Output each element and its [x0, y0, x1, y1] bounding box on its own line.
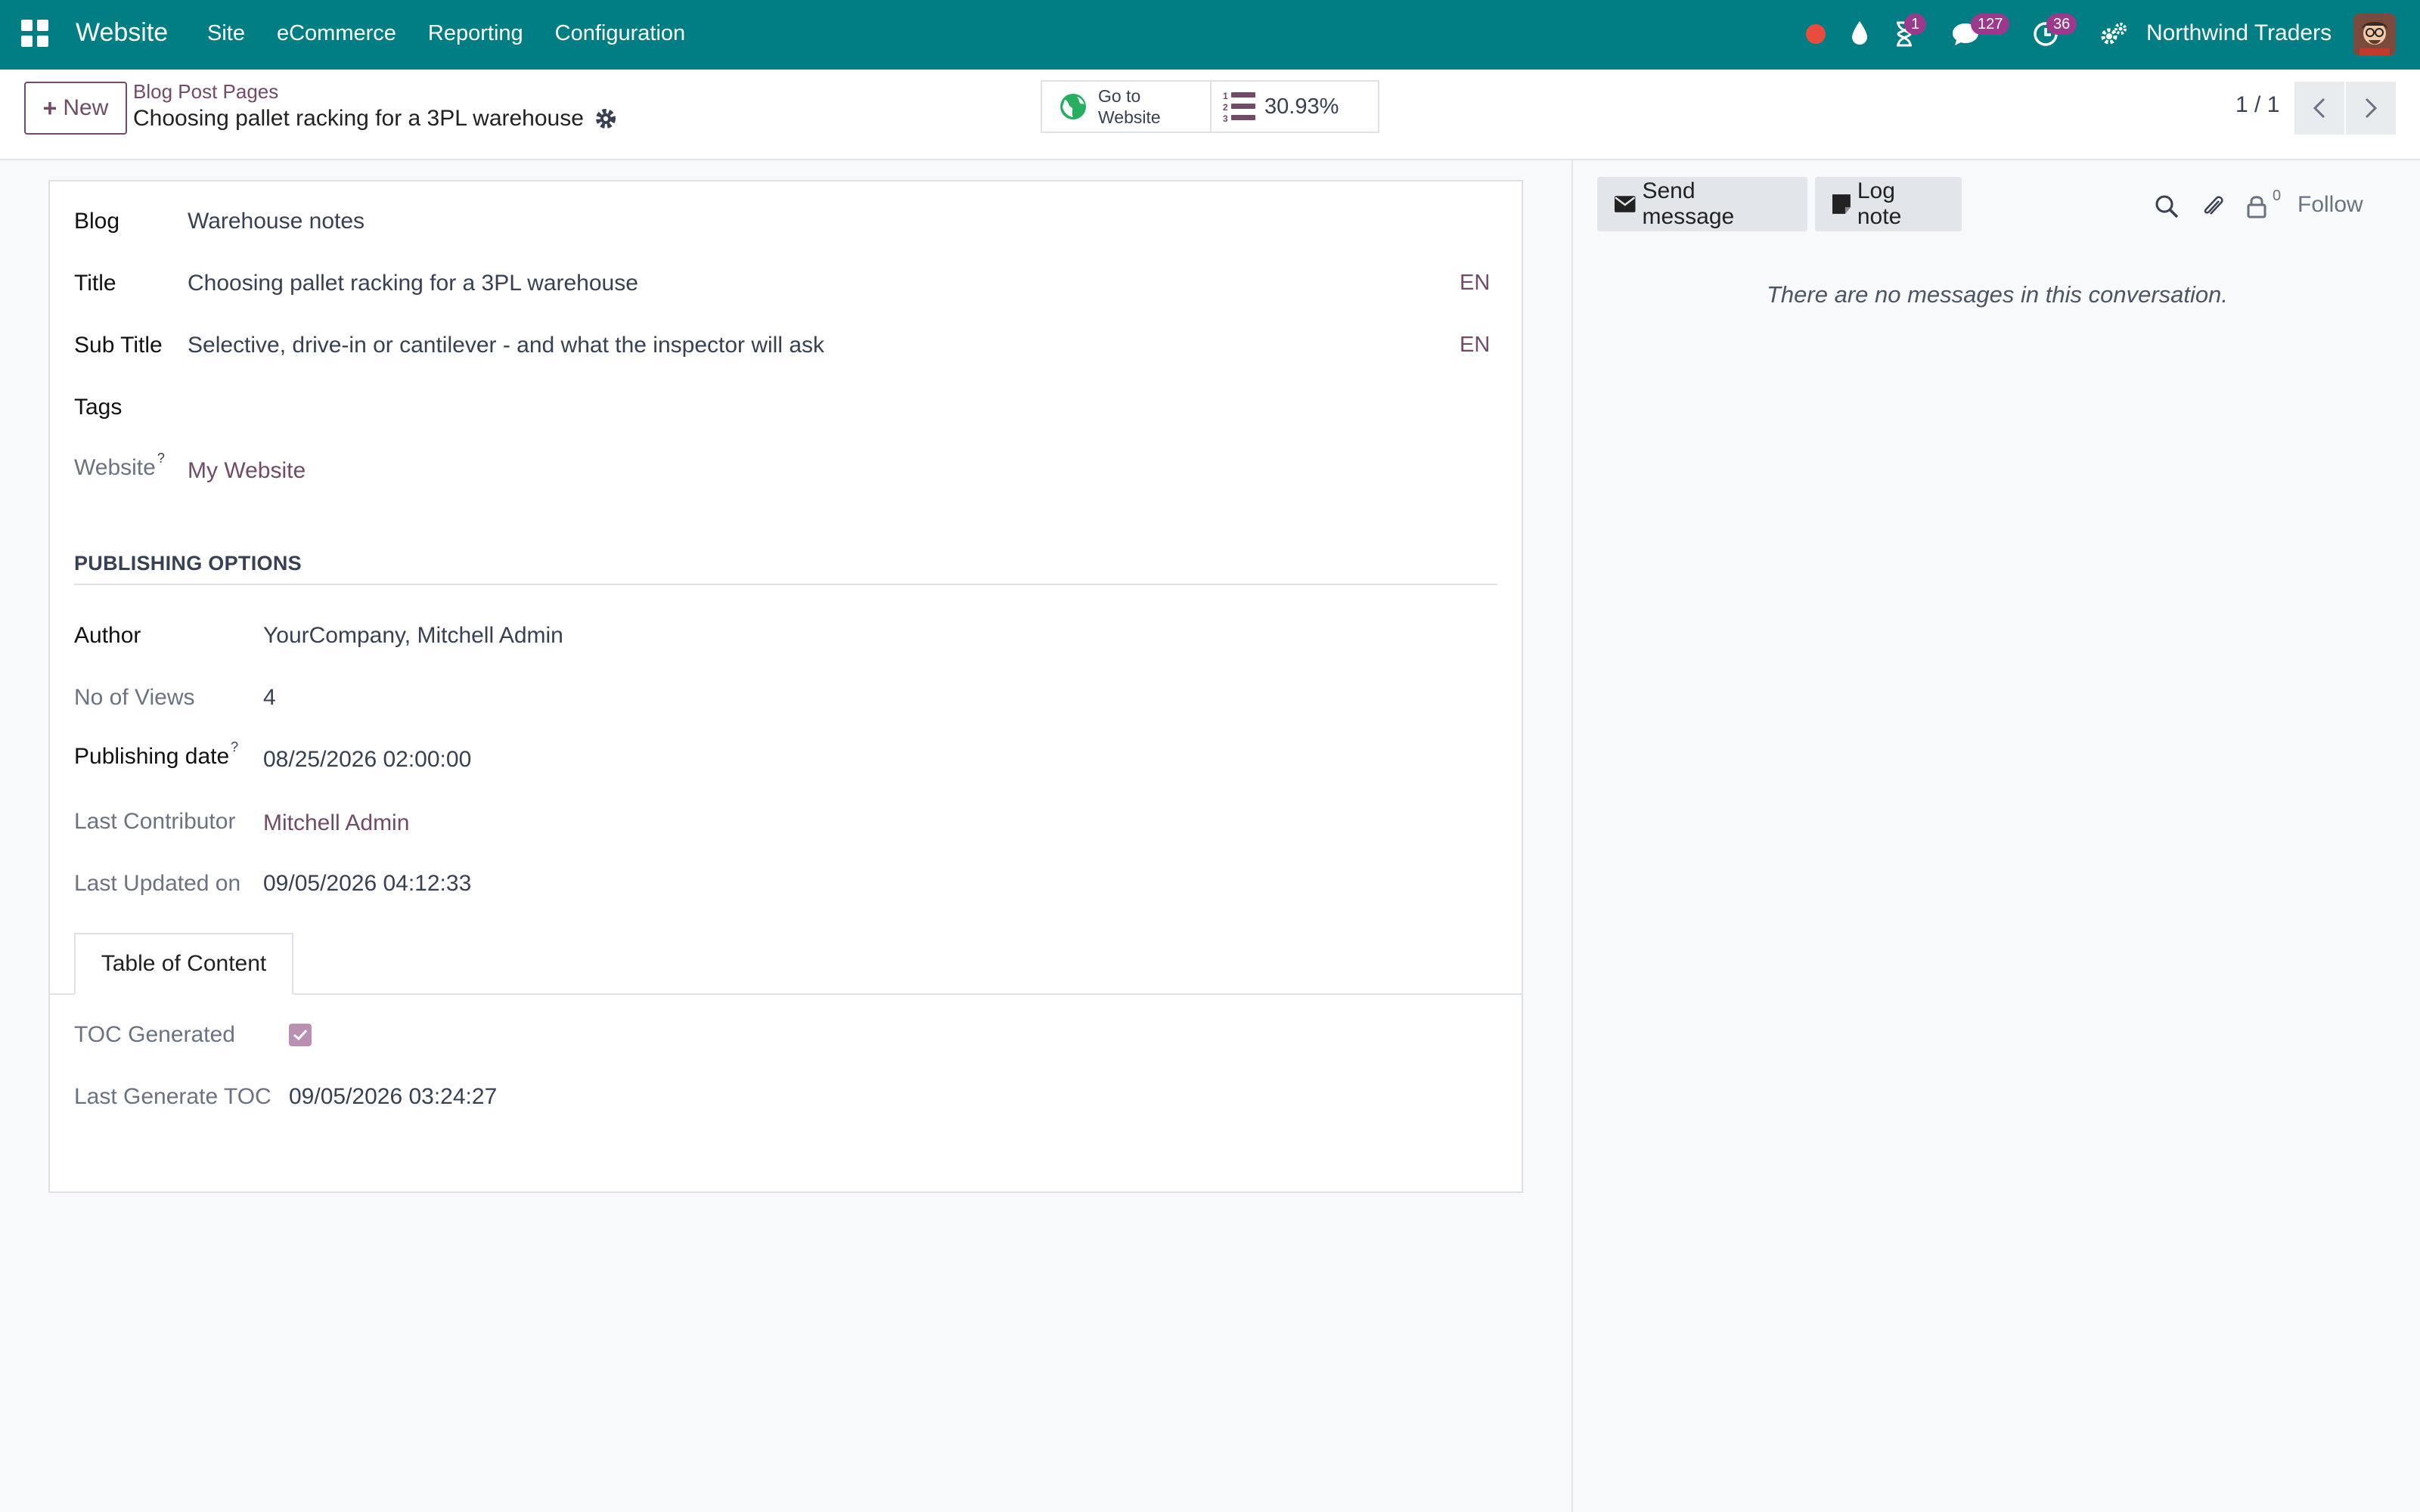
record-dot-icon[interactable] — [1806, 24, 1826, 44]
drop-icon[interactable] — [1850, 20, 1869, 47]
toc-generated-label: TOC Generated — [74, 1022, 235, 1047]
breadcrumb-current: Choosing pallet racking for a 3PL wareho… — [133, 106, 584, 131]
tags-label: Tags — [74, 395, 123, 420]
smart-buttons: Go to Website 1 2 3 30.93% — [1041, 80, 1379, 133]
title-language-button[interactable]: EN — [1460, 271, 1490, 296]
go-to-line2: Website — [1098, 107, 1161, 127]
messages-badge: 127 — [1971, 14, 2010, 35]
go-to-website-button[interactable]: Go to Website — [1042, 82, 1212, 132]
publishing-date-label-text: Publishing date — [74, 744, 230, 769]
checkmark-icon — [293, 1029, 308, 1041]
avatar[interactable] — [2353, 14, 2396, 56]
follow-button[interactable]: Follow — [2297, 192, 2363, 218]
last-contributor-field[interactable]: Mitchell Admin — [263, 810, 409, 836]
publishing-date-field[interactable]: 08/25/2026 02:00:00 — [263, 747, 471, 773]
form-sheet: Blog Warehouse notes Title Choosing pall… — [48, 180, 1523, 1193]
publishing-date-label: Publishing date? — [74, 739, 238, 770]
log-note-label: Log note — [1857, 178, 1902, 229]
website-label: Website? — [74, 451, 165, 481]
publishing-options-heading: PUBLISHING OPTIONS — [74, 552, 302, 575]
followers-count: 0 — [2273, 187, 2282, 204]
last-updated-value: 09/05/2026 04:12:33 — [263, 871, 472, 896]
new-button[interactable]: + New — [24, 82, 127, 135]
control-panel: + New Blog Post Pages Choosing pallet ra… — [0, 70, 2420, 160]
svg-text:2: 2 — [1223, 102, 1228, 113]
menu-item-site[interactable]: Site — [207, 21, 245, 46]
send-message-label: Send message — [1642, 178, 1735, 229]
activity-badge: 1 — [1904, 14, 1927, 35]
new-button-label: New — [63, 95, 109, 120]
tab-table-of-content[interactable]: Table of Content — [74, 933, 293, 995]
pager-value[interactable]: 1 / 1 — [2235, 92, 2279, 118]
gear-icon[interactable] — [594, 107, 617, 130]
blog-label: Blog — [74, 209, 120, 234]
note-icon — [1832, 194, 1851, 214]
section-divider — [74, 584, 1497, 585]
svg-text:3: 3 — [1223, 113, 1228, 124]
globe-icon — [1060, 94, 1086, 119]
menu-item-ecommerce[interactable]: eCommerce — [277, 21, 396, 46]
chatter-panel: Send message Log note 0 Follow There are… — [1571, 160, 2420, 1512]
subtitle-language-button[interactable]: EN — [1460, 333, 1490, 358]
numbered-list-icon: 1 2 3 — [1223, 91, 1255, 124]
top-navbar: Website Site eCommerce Reporting Configu… — [0, 0, 2420, 70]
pager-previous-button[interactable] — [2294, 82, 2344, 135]
menu-item-reporting[interactable]: Reporting — [428, 21, 523, 46]
subtitle-field[interactable]: Selective, drive-in or cantilever - and … — [188, 333, 824, 358]
send-message-button[interactable]: Send message — [1597, 177, 1807, 231]
views-label: No of Views — [74, 685, 195, 710]
tags-field[interactable] — [188, 395, 1473, 422]
search-icon[interactable] — [2154, 194, 2180, 219]
settings-icon[interactable] — [2099, 21, 2128, 47]
lock-icon[interactable] — [2246, 194, 2267, 219]
seo-score-button[interactable]: 1 2 3 30.93% — [1212, 82, 1339, 132]
company-switcher[interactable]: Northwind Traders — [2146, 20, 2332, 46]
toc-generated-checkbox[interactable] — [289, 1024, 312, 1046]
subtitle-label: Sub Title — [74, 333, 163, 358]
last-updated-label: Last Updated on — [74, 871, 241, 896]
title-field[interactable]: Choosing pallet racking for a 3PL wareho… — [188, 271, 638, 296]
pager-next-button[interactable] — [2346, 82, 2396, 135]
log-note-button[interactable]: Log note — [1815, 177, 1962, 231]
author-field[interactable]: YourCompany, Mitchell Admin — [263, 623, 563, 649]
breadcrumb-parent[interactable]: Blog Post Pages — [133, 80, 278, 104]
last-generate-toc-value: 09/05/2026 03:24:27 — [289, 1084, 498, 1109]
main-menu: Site eCommerce Reporting Configuration — [207, 21, 717, 46]
paperclip-icon[interactable] — [2201, 194, 2226, 221]
clock-badge: 36 — [2046, 14, 2077, 35]
website-help-tooltip[interactable]: ? — [157, 451, 165, 466]
apps-grid-icon[interactable] — [21, 20, 48, 47]
go-to-website-label: Go to Website — [1098, 85, 1161, 128]
seo-score-value: 30.93% — [1264, 94, 1339, 119]
blog-field[interactable]: Warehouse notes — [188, 209, 365, 234]
title-label: Title — [74, 271, 116, 296]
go-to-line1: Go to — [1098, 86, 1141, 106]
plus-icon: + — [42, 94, 57, 122]
website-field[interactable]: My Website — [188, 458, 306, 484]
website-label-text: Website — [74, 455, 156, 480]
last-contributor-label: Last Contributor — [74, 809, 236, 834]
views-value: 4 — [263, 685, 276, 710]
empty-conversation-text: There are no messages in this conversati… — [1767, 281, 2228, 308]
envelope-icon — [1614, 196, 1636, 212]
publishing-date-help-tooltip[interactable]: ? — [231, 739, 238, 754]
last-generate-toc-label: Last Generate TOC — [74, 1084, 271, 1109]
chevron-right-icon — [2365, 98, 2378, 119]
chevron-left-icon — [2313, 98, 2325, 119]
app-brand[interactable]: Website — [76, 18, 168, 48]
author-label: Author — [74, 623, 141, 648]
menu-item-configuration[interactable]: Configuration — [555, 21, 686, 46]
svg-text:1: 1 — [1223, 91, 1228, 101]
